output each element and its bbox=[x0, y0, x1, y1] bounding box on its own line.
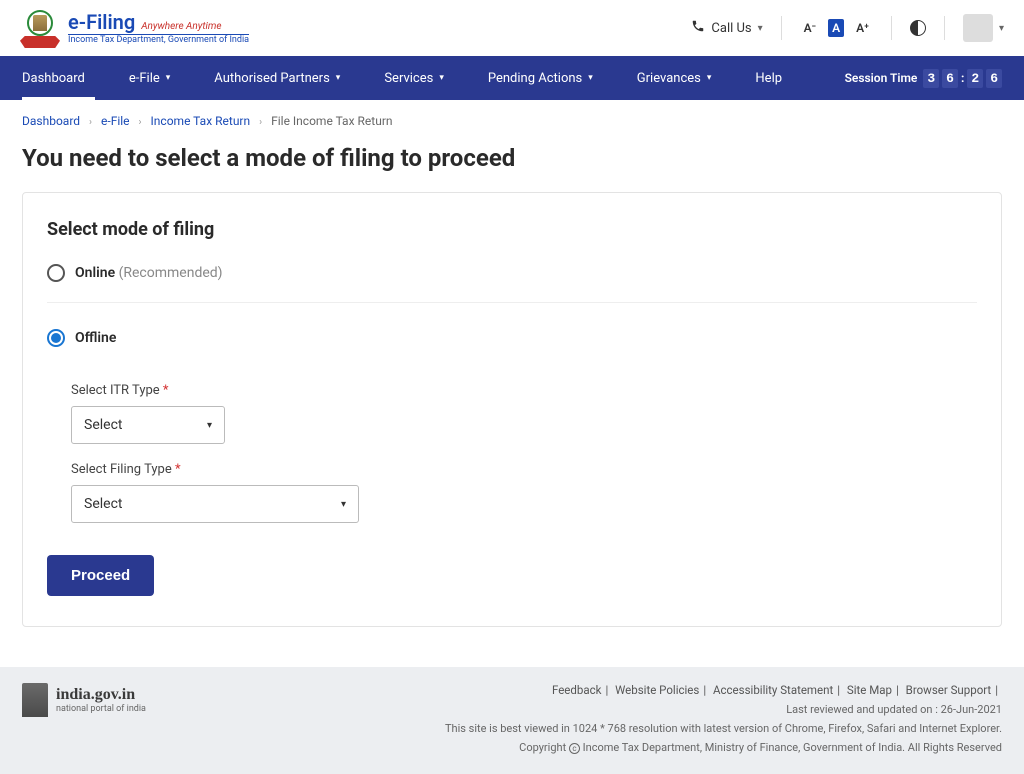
filing-type-label: Select Filing Type * bbox=[71, 462, 977, 477]
divider bbox=[47, 302, 977, 303]
chevron-down-icon: ▾ bbox=[999, 23, 1004, 34]
caret-down-icon: ▾ bbox=[207, 420, 212, 431]
filing-type-select[interactable]: Select ▾ bbox=[71, 485, 359, 523]
itr-type-label: Select ITR Type * bbox=[71, 383, 977, 398]
radio-online[interactable]: Online (Recommended) bbox=[47, 260, 977, 300]
footer-portal-name: india.gov.in bbox=[56, 685, 146, 704]
radio-icon bbox=[47, 329, 65, 347]
logo-text: e-Filing Anywhere Anytime Income Tax Dep… bbox=[68, 11, 249, 46]
radio-offline-label: Offline bbox=[75, 330, 116, 346]
breadcrumb-current: File Income Tax Return bbox=[271, 114, 392, 128]
required-asterisk: * bbox=[163, 383, 169, 398]
divider bbox=[944, 16, 945, 40]
timer-digit: 2 bbox=[967, 69, 983, 88]
footer-link-policies[interactable]: Website Policies bbox=[615, 683, 699, 697]
chevron-down-icon: ▾ bbox=[166, 73, 171, 83]
font-default-button[interactable]: A bbox=[828, 19, 844, 37]
footer-updated: Last reviewed and updated on : 26-Jun-20… bbox=[445, 703, 1002, 716]
chevron-down-icon: ▾ bbox=[758, 23, 763, 34]
logo-tagline: Anywhere Anytime bbox=[141, 21, 221, 32]
itr-type-value: Select bbox=[84, 417, 122, 433]
call-us-label: Call Us bbox=[711, 21, 751, 36]
breadcrumb-itr[interactable]: Income Tax Return bbox=[151, 114, 251, 128]
footer-portal-sub: national portal of india bbox=[56, 704, 146, 715]
itr-type-group: Select ITR Type * Select ▾ bbox=[71, 383, 977, 444]
logo-subtitle: Income Tax Department, Government of Ind… bbox=[68, 34, 249, 46]
session-timer: Session Time 3 6 : 2 6 bbox=[845, 69, 1002, 88]
timer-digit: 6 bbox=[986, 69, 1002, 88]
nav-authorised-partners[interactable]: Authorised Partners▾ bbox=[192, 56, 362, 100]
filing-type-value: Select bbox=[84, 496, 122, 512]
phone-icon bbox=[691, 19, 705, 37]
breadcrumb-dashboard[interactable]: Dashboard bbox=[22, 114, 80, 128]
timer-colon: : bbox=[961, 71, 964, 85]
font-increase-button[interactable]: A⁺ bbox=[852, 19, 873, 37]
radio-icon bbox=[47, 264, 65, 282]
header-right: Call Us ▾ A⁻ A A⁺ ▾ bbox=[691, 14, 1004, 42]
emblem-icon bbox=[22, 683, 48, 717]
nav-services[interactable]: Services▾ bbox=[362, 56, 466, 100]
caret-down-icon: ▾ bbox=[341, 499, 346, 510]
nav-help[interactable]: Help bbox=[733, 56, 804, 100]
page-title: You need to select a mode of filing to p… bbox=[0, 138, 1024, 192]
footer-link-browser[interactable]: Browser Support bbox=[906, 683, 992, 697]
footer-links: Feedback| Website Policies| Accessibilit… bbox=[445, 683, 1002, 754]
user-menu[interactable]: ▾ bbox=[963, 14, 1004, 42]
chevron-down-icon: ▾ bbox=[707, 73, 712, 83]
radio-offline[interactable]: Offline bbox=[47, 325, 977, 365]
nav-pending-actions[interactable]: Pending Actions▾ bbox=[466, 56, 615, 100]
header-top: e-Filing Anywhere Anytime Income Tax Dep… bbox=[0, 0, 1024, 56]
timer-digit: 3 bbox=[923, 69, 939, 88]
breadcrumb: Dashboard › e-File › Income Tax Return ›… bbox=[0, 100, 1024, 138]
chevron-right-icon: › bbox=[259, 117, 262, 128]
logo[interactable]: e-Filing Anywhere Anytime Income Tax Dep… bbox=[20, 8, 249, 48]
chevron-down-icon: ▾ bbox=[588, 73, 593, 83]
nav-grievances[interactable]: Grievances▾ bbox=[615, 56, 734, 100]
avatar bbox=[963, 14, 993, 42]
contrast-toggle-icon[interactable] bbox=[910, 20, 926, 36]
call-us-dropdown[interactable]: Call Us ▾ bbox=[691, 19, 762, 37]
nav-efile[interactable]: e-File▾ bbox=[107, 56, 192, 100]
footer-copyright: Copyright c Income Tax Department, Minis… bbox=[445, 741, 1002, 754]
breadcrumb-efile[interactable]: e-File bbox=[101, 114, 130, 128]
itr-type-select[interactable]: Select ▾ bbox=[71, 406, 225, 444]
filing-type-group: Select Filing Type * Select ▾ bbox=[71, 462, 977, 523]
radio-online-label: Online bbox=[75, 265, 115, 281]
font-size-controls: A⁻ A A⁺ bbox=[800, 19, 873, 37]
divider bbox=[891, 16, 892, 40]
footer-link-sitemap[interactable]: Site Map bbox=[847, 683, 892, 697]
copyright-icon: c bbox=[569, 743, 580, 754]
timer-digit: 6 bbox=[942, 69, 958, 88]
session-label: Session Time bbox=[845, 71, 918, 85]
radio-online-hint: (Recommended) bbox=[119, 265, 223, 281]
chevron-right-icon: › bbox=[89, 117, 92, 128]
proceed-button[interactable]: Proceed bbox=[47, 555, 154, 596]
chevron-down-icon: ▾ bbox=[439, 73, 444, 83]
logo-main: e-Filing bbox=[68, 10, 135, 34]
footer-link-feedback[interactable]: Feedback bbox=[552, 683, 601, 697]
filing-mode-card: Select mode of filing Online (Recommende… bbox=[22, 192, 1002, 627]
nav-dashboard[interactable]: Dashboard bbox=[22, 56, 107, 100]
chevron-down-icon: ▾ bbox=[336, 73, 341, 83]
emblem-icon bbox=[20, 8, 60, 48]
footer-link-accessibility[interactable]: Accessibility Statement bbox=[713, 683, 833, 697]
card-title: Select mode of filing bbox=[47, 219, 977, 240]
chevron-right-icon: › bbox=[139, 117, 142, 128]
divider bbox=[781, 16, 782, 40]
main-nav: Dashboard e-File▾ Authorised Partners▾ S… bbox=[0, 56, 1024, 100]
required-asterisk: * bbox=[175, 462, 181, 477]
footer-viewed: This site is best viewed in 1024 * 768 r… bbox=[445, 722, 1002, 735]
font-decrease-button[interactable]: A⁻ bbox=[800, 19, 820, 37]
footer: india.gov.in national portal of india Fe… bbox=[0, 667, 1024, 774]
footer-logo[interactable]: india.gov.in national portal of india bbox=[22, 683, 146, 717]
